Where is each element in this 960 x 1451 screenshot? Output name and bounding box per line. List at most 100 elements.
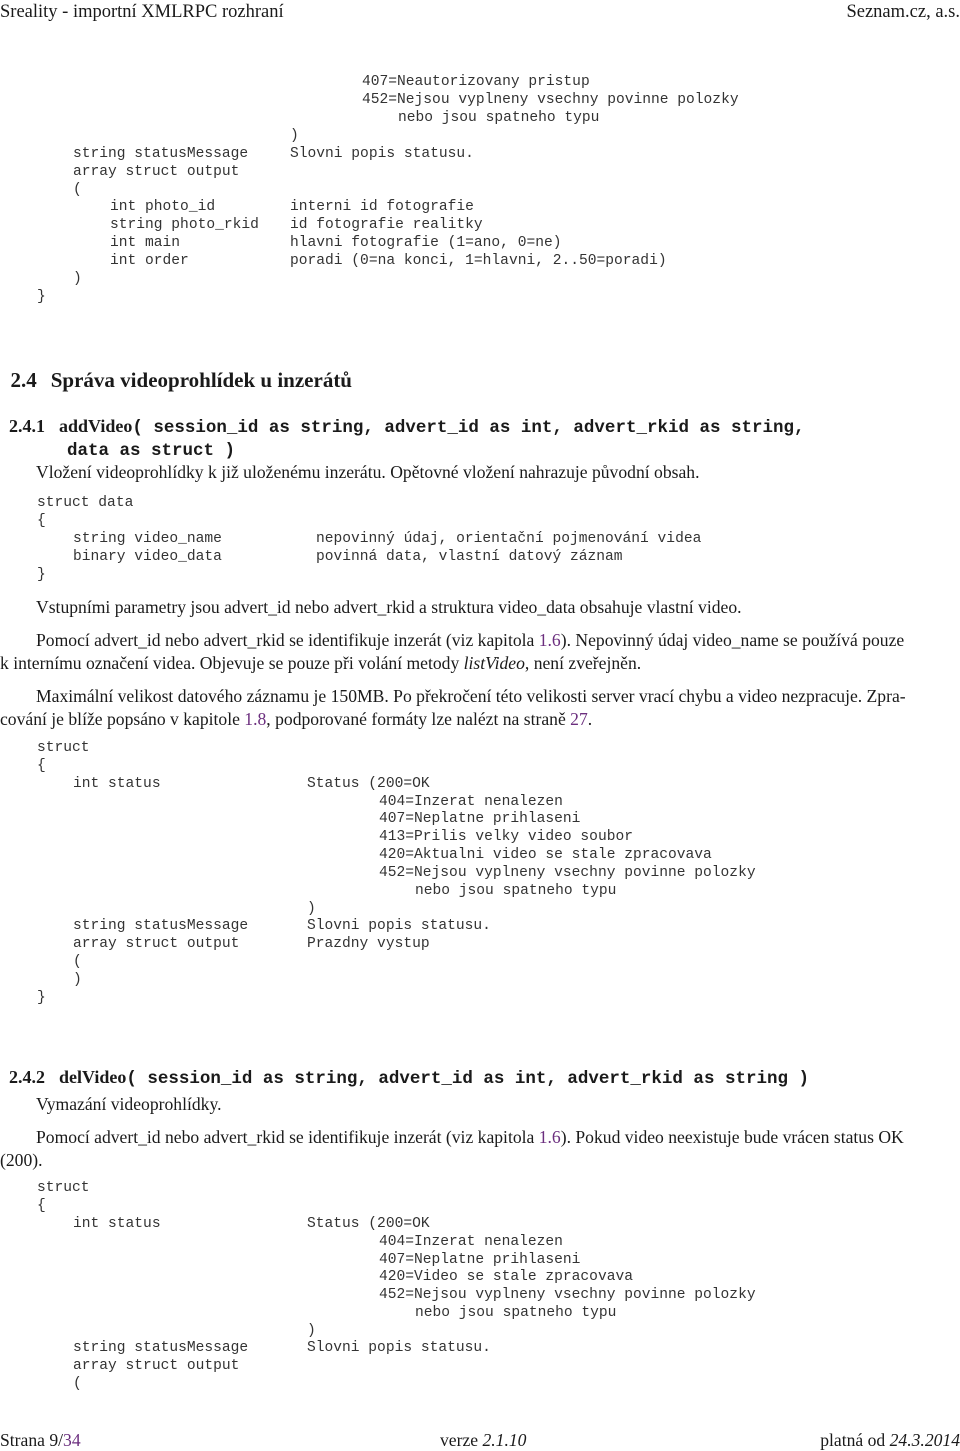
delvideo-description: Vymazání videoprohlídky. <box>36 1094 222 1114</box>
method-number: 2.4.1 <box>9 416 45 436</box>
method-heading-delvideo: 2.4.2 delVideo( session_id as string, adv… <box>0 1046 809 1089</box>
code-line: } <box>37 289 46 305</box>
version-label: verze <box>440 1430 483 1450</box>
status-code: 413=Prilis velky video soubor <box>379 829 633 845</box>
page-label: Strana 9/ <box>0 1430 64 1450</box>
code-line: ) <box>73 972 82 988</box>
valid-label: platná od <box>820 1430 890 1450</box>
footer-version: verze 2.1.10 <box>440 1430 526 1451</box>
code-line: struct data <box>37 495 134 511</box>
code-field-name: string photo_rkid <box>110 217 259 233</box>
code-field-name: array struct output <box>73 1358 240 1374</box>
text: , podporované formáty lze nalézt na stra… <box>266 709 571 729</box>
code-field-desc: nepovinný údaj, orientační pojmenování v… <box>316 531 702 547</box>
code-line: 407=Neautorizovany pristup <box>362 74 590 90</box>
code-field-name: string statusMessage <box>73 1340 249 1356</box>
method-reference: listVideo <box>463 653 525 673</box>
code-field-desc: Slovni popis statusu. <box>307 1340 491 1356</box>
text: k internímu označení videa. Objevuje se … <box>0 653 464 673</box>
version-number: 2.1.10 <box>482 1430 527 1450</box>
code-field-name: string video_name <box>73 531 222 547</box>
link-chapter-1-6[interactable]: 1.6 <box>539 1127 561 1147</box>
code-field-desc: Status (200=OK <box>307 1216 430 1232</box>
delvideo-para-cont: (200). <box>0 1150 43 1170</box>
status-code: 407=Neplatne prihlaseni <box>379 1252 581 1268</box>
code-line: ( <box>73 1376 82 1392</box>
addvideo-para-identify: Pomocí advert_id nebo advert_rkid se ide… <box>36 629 904 653</box>
addvideo-para-identify-cont: k internímu označení videa. Objevuje se … <box>0 652 641 676</box>
document-title: Sreality - importní XMLRPC rozhraní <box>0 2 284 22</box>
code-field-desc: Slovni popis statusu. <box>307 918 491 934</box>
company-name: Seznam.cz, a.s. <box>846 2 960 22</box>
code-line: struct <box>37 740 90 756</box>
method-signature: ( session_id as string, advert_id as int… <box>126 1069 809 1089</box>
code-line: 452=Nejsou vyplneny vsechny povinne polo… <box>362 92 739 108</box>
code-field-name: int status <box>73 1216 161 1232</box>
code-field-name: string statusMessage <box>73 146 249 162</box>
code-field-desc: id fotografie realitky <box>290 217 483 233</box>
code-field-name: binary video_data <box>73 549 222 565</box>
valid-date: 24.3.2014 <box>889 1430 960 1450</box>
addvideo-para-size: Maximální velikost datového záznamu je 1… <box>36 686 906 706</box>
method-name: delVideo <box>59 1067 127 1087</box>
code-field-name: int status <box>73 776 161 792</box>
status-code: 407=Neplatne prihlaseni <box>379 811 581 827</box>
code-field-desc: hlavni fotografie (1=ano, 0=ne) <box>290 235 562 251</box>
text: . <box>587 709 593 729</box>
section-number: 2.4 <box>10 368 37 392</box>
code-field-name: string statusMessage <box>73 918 249 934</box>
text: , není zveřejněn. <box>524 653 642 673</box>
code-field-name: array struct output <box>73 164 240 180</box>
code-line: ) <box>307 901 316 917</box>
code-line: ) <box>73 271 82 287</box>
code-field-desc: Status (200=OK <box>307 776 430 792</box>
code-field-name: int main <box>110 235 181 251</box>
code-field-name: int order <box>110 253 189 269</box>
code-line: ) <box>290 128 299 144</box>
code-line: struct <box>37 1180 90 1196</box>
code-line: { <box>37 1198 46 1214</box>
addvideo-para-size-cont: cování je blíže popsáno v kapitole 1.8, … <box>0 708 592 732</box>
code-line: { <box>37 758 46 774</box>
section-title: Správa videoprohlídek u inzerátů <box>50 368 352 392</box>
status-code-cont: nebo jsou spatneho typu <box>415 1305 617 1321</box>
code-line: ) <box>307 1323 316 1339</box>
link-chapter-1-8[interactable]: 1.8 <box>244 709 266 729</box>
code-line: { <box>37 513 46 529</box>
status-code: 452=Nejsou vyplneny vsechny povinne polo… <box>379 865 756 881</box>
code-line: ( <box>73 954 82 970</box>
code-field-desc: Prazdny vystup <box>307 936 430 952</box>
section-heading: 2.4 Správa videoprohlídek u inzerátů <box>0 343 353 393</box>
code-field-desc: interni id fotografie <box>290 199 474 215</box>
method-number: 2.4.2 <box>9 1067 45 1087</box>
status-code: 420=Video se stale zpracovava <box>379 1269 633 1285</box>
text: ). Pokud video neexistuje bude vrácen st… <box>560 1127 904 1147</box>
code-field-name: int photo_id <box>110 199 216 215</box>
code-field-desc: Slovni popis statusu. <box>290 146 474 162</box>
status-code-cont: nebo jsou spatneho typu <box>415 883 617 899</box>
status-code: 452=Nejsou vyplneny vsechny povinne polo… <box>379 1287 756 1303</box>
footer-page: Strana 9/34 <box>0 1430 81 1451</box>
link-chapter-1-6[interactable]: 1.6 <box>539 630 561 650</box>
link-page-27[interactable]: 27 <box>570 709 588 729</box>
text: Pomocí advert_id nebo advert_rkid se ide… <box>36 630 539 650</box>
code-line: } <box>37 567 46 583</box>
method-heading-addvideo-cont: data as struct ) <box>58 418 235 461</box>
status-code: 404=Inzerat nenalezen <box>379 1234 563 1250</box>
method-signature-cont: data as struct ) <box>67 441 236 461</box>
status-code: 404=Inzerat nenalezen <box>379 794 563 810</box>
status-code: 420=Aktualni video se stale zpracovava <box>379 847 712 863</box>
code-line: ( <box>73 182 82 198</box>
text: cování je blíže popsáno v kapitole <box>0 709 245 729</box>
text: ). Nepovinný údaj video_name se používá … <box>560 630 905 650</box>
code-field-desc: povinná data, vlastní datový záznam <box>316 549 623 565</box>
footer-valid-date: platná od 24.3.2014 <box>820 1430 960 1451</box>
code-line: } <box>37 990 46 1006</box>
text: Pomocí advert_id nebo advert_rkid se ide… <box>36 1127 539 1147</box>
addvideo-description: Vložení videoprohlídky k již uloženému i… <box>36 462 700 482</box>
code-field-name: array struct output <box>73 936 240 952</box>
page-total-link[interactable]: 34 <box>63 1430 81 1450</box>
addvideo-para-input: Vstupními parametry jsou advert_id nebo … <box>36 597 742 617</box>
code-line: nebo jsou spatneho typu <box>398 110 600 126</box>
code-field-desc: poradi (0=na konci, 1=hlavni, 2..50=pora… <box>290 253 667 269</box>
